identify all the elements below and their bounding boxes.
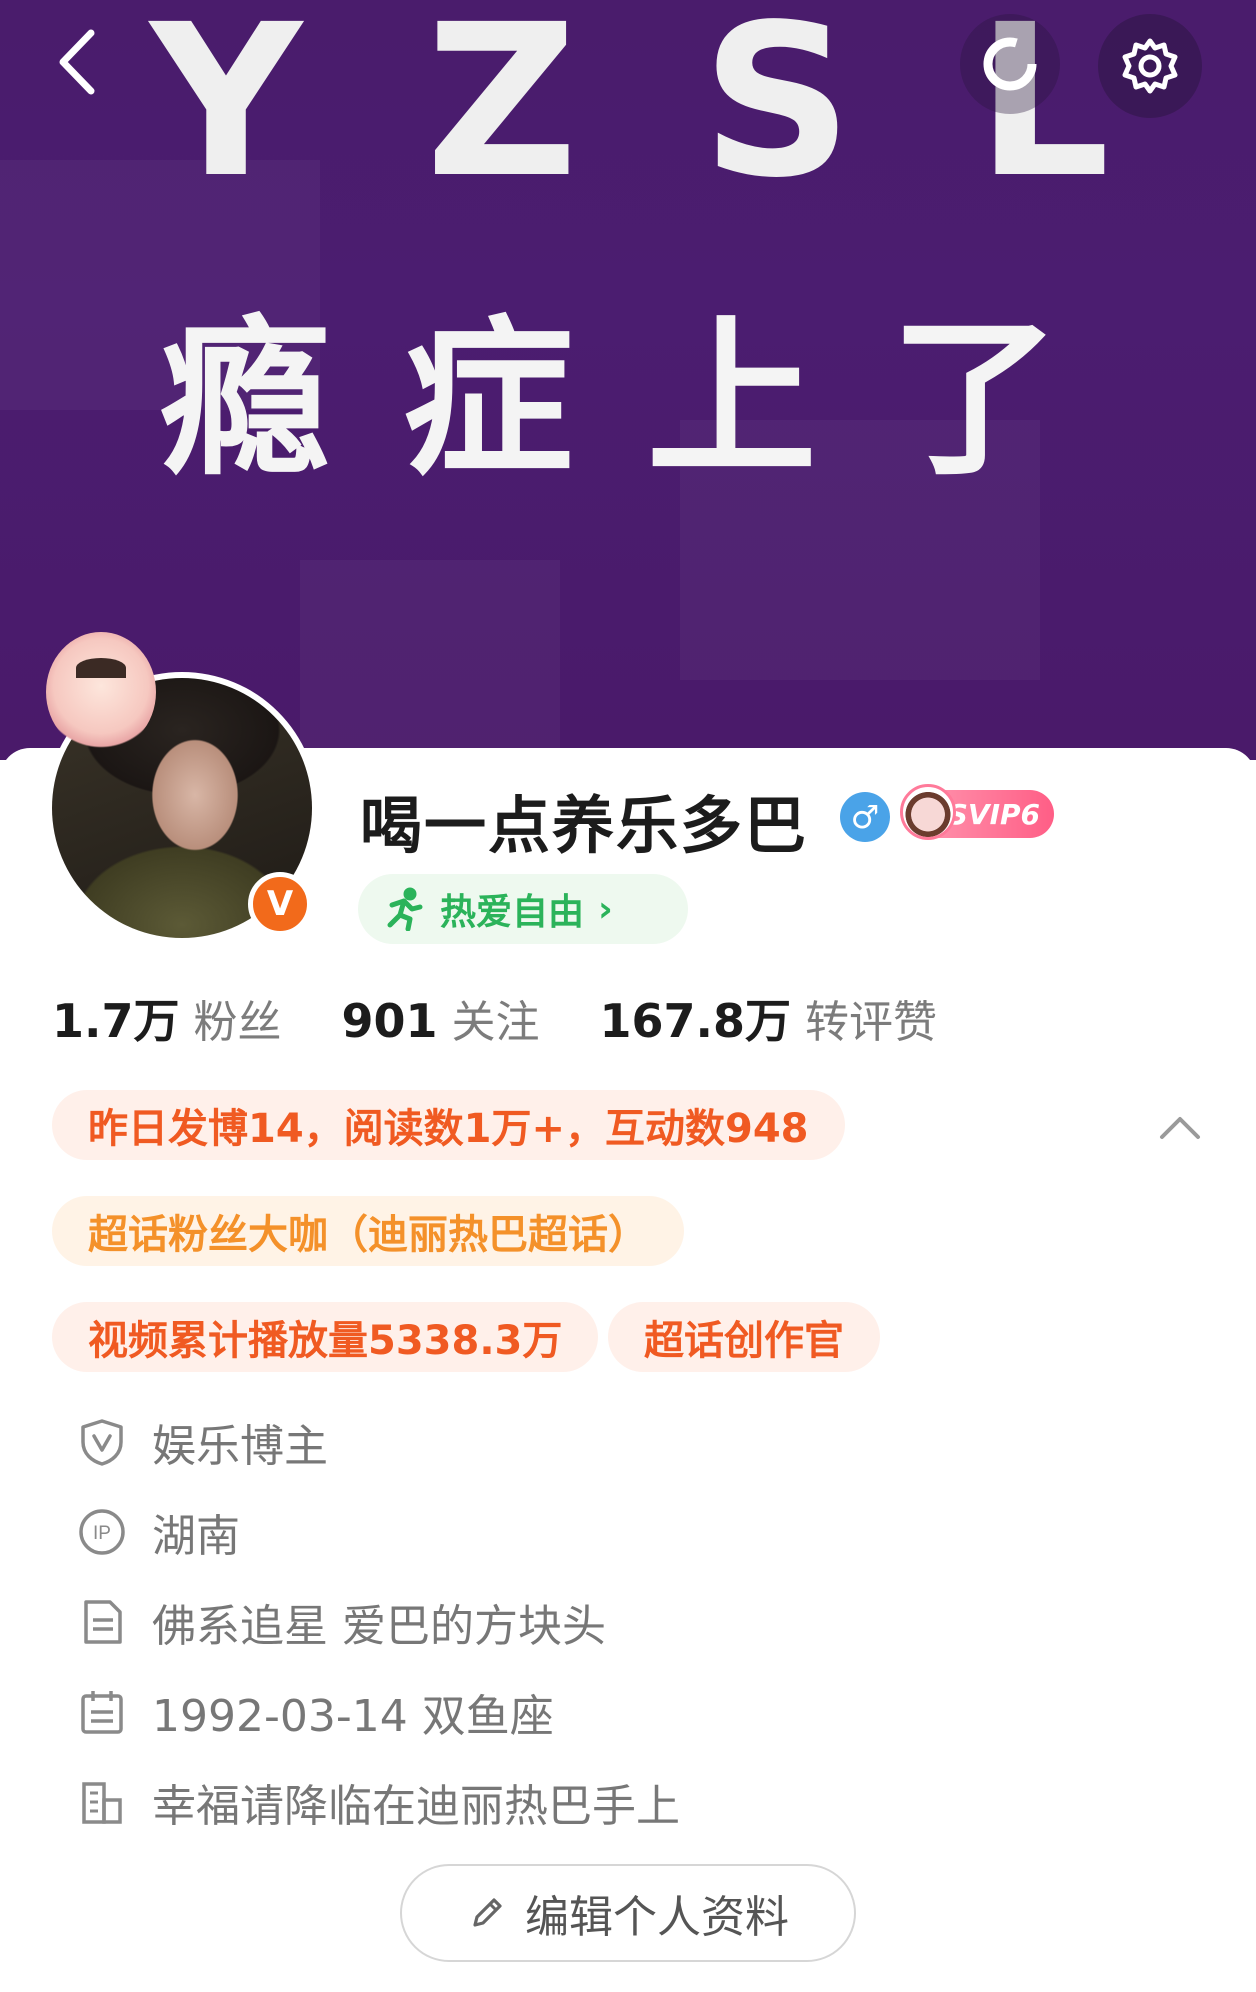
pencil-icon [473, 1898, 502, 1927]
bio-row: 佛系追星 爱巴的方块头 [78, 1590, 606, 1654]
bio-text: 佛系追星 爱巴的方块头 [152, 1601, 606, 1652]
running-person-icon [387, 887, 423, 931]
following-count: 901 [341, 994, 438, 1048]
chevron-right-icon: › [598, 888, 613, 930]
username: 喝一点养乐多巴 [360, 789, 809, 862]
creator-tag[interactable]: 超话创作官 [608, 1302, 880, 1372]
settings-button[interactable] [1098, 14, 1202, 118]
stats-bar: 1.7万 粉丝 901 关注 167.8万 转评赞 [52, 985, 997, 1051]
collapse-button[interactable] [1152, 1100, 1208, 1156]
video-views-tag[interactable]: 视频累计播放量5338.3万 [52, 1302, 599, 1372]
interactions-label: 转评赞 [805, 997, 938, 1048]
svip-label: SVIP6 [947, 797, 1040, 831]
cover-banner[interactable]: Y Z S L 瘾 症 上 了 [0, 0, 1256, 760]
building-icon [78, 1778, 126, 1826]
verified-badge-icon: V [248, 872, 312, 936]
svip-badge[interactable]: SVIP6 [900, 784, 1054, 840]
gear-icon [1122, 38, 1178, 94]
avatar-pendant-icon [46, 632, 156, 752]
hobby-label: 热爱自由 [440, 892, 585, 933]
document-icon [78, 1598, 126, 1646]
back-button[interactable] [38, 22, 118, 102]
edit-profile-button[interactable]: 编辑个人资料 [400, 1864, 856, 1962]
company-text: 幸福请降临在迪丽热巴手上 [152, 1781, 680, 1832]
superfan-tag[interactable]: 超话粉丝大咖（迪丽热巴超话） [52, 1196, 684, 1266]
banner-letter: Y [150, 0, 303, 224]
banner-tile [300, 560, 560, 760]
ip-icon: IP [78, 1508, 126, 1556]
company-row: 幸福请降临在迪丽热巴手上 [78, 1770, 680, 1834]
banner-char: 症 [403, 301, 574, 499]
hobby-tag-button[interactable]: 热爱自由 › [358, 874, 688, 944]
following-label: 关注 [451, 997, 540, 1048]
edit-profile-label: 编辑个人资料 [525, 1892, 789, 1943]
banner-char: 了 [889, 301, 1060, 499]
followers-count: 1.7万 [52, 994, 180, 1048]
chevron-up-icon [1160, 1117, 1200, 1139]
chevron-left-icon [59, 29, 95, 95]
shield-icon [78, 1418, 126, 1466]
banner-char: 上 [646, 301, 817, 499]
followers-label: 粉丝 [193, 997, 282, 1048]
category-text: 娱乐博主 [152, 1421, 328, 1472]
interactions-count: 167.8万 [599, 994, 792, 1048]
ip-location-row: IP 湖南 [78, 1500, 240, 1564]
interactions-stat[interactable]: 167.8万 转评赞 [600, 985, 998, 1051]
banner-char: 瘾 [160, 301, 331, 499]
birthday-text: 1992-03-14 双鱼座 [152, 1691, 554, 1742]
category-row: 娱乐博主 [78, 1410, 328, 1474]
vip-mascot-icon [900, 784, 956, 840]
refresh-icon [983, 37, 1037, 91]
followers-stat[interactable]: 1.7万 粉丝 [52, 985, 342, 1051]
banner-letter: Z [425, 0, 578, 224]
following-stat[interactable]: 901 关注 [342, 986, 600, 1050]
activity-tag[interactable]: 昨日发博14，阅读数1万+，互动数948 [52, 1090, 845, 1160]
male-gender-icon: ♂ [840, 792, 890, 842]
ip-location-text: 湖南 [152, 1511, 240, 1562]
birthday-row: 1992-03-14 双鱼座 [78, 1680, 554, 1744]
svg-text:IP: IP [93, 1523, 111, 1544]
refresh-button[interactable] [960, 14, 1060, 114]
banner-letter: S [701, 0, 853, 224]
calendar-icon [78, 1688, 126, 1736]
